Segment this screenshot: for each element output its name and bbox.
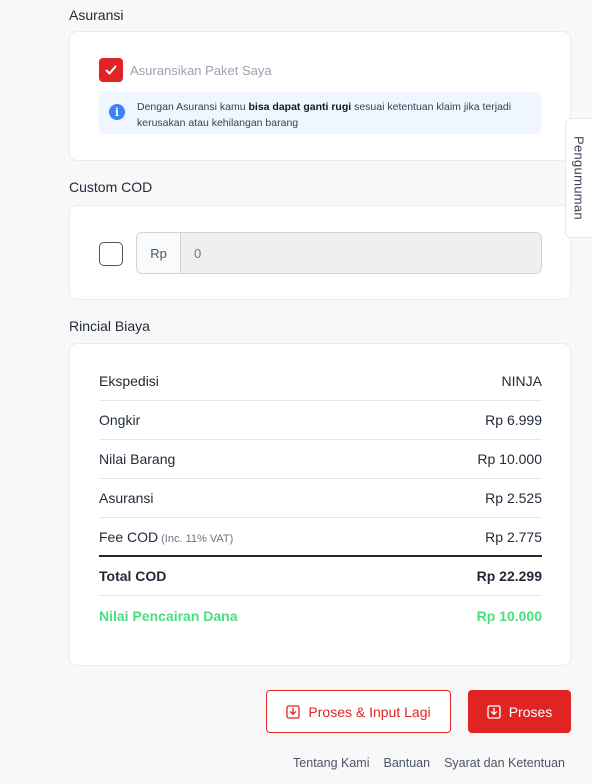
proses-input-lagi-label: Proses & Input Lagi xyxy=(308,703,431,720)
info-icon: i xyxy=(109,104,125,120)
proses-button[interactable]: Proses xyxy=(468,690,571,733)
proses-label: Proses xyxy=(508,703,553,720)
total-value: Rp 22.299 xyxy=(476,568,542,584)
footer-link-syarat[interactable]: Syarat dan Ketentuan xyxy=(444,756,565,770)
asuransi-card: Asuransikan Paket Saya i Dengan Asuransi… xyxy=(69,31,571,161)
cost-label: Asuransi xyxy=(99,490,154,506)
currency-prefix: Rp xyxy=(137,233,181,273)
cost-value: NINJA xyxy=(501,373,542,389)
cost-label: Fee COD xyxy=(99,528,159,545)
cost-label: Ongkir xyxy=(99,412,141,428)
insurance-checkbox[interactable] xyxy=(99,58,123,82)
footer-link-tentang[interactable]: Tentang Kami xyxy=(293,756,369,770)
check-icon xyxy=(105,65,117,75)
download-box-icon xyxy=(487,704,501,719)
pengumuman-label: Pengumuman xyxy=(571,136,587,220)
cost-row-asuransi: Asuransi Rp 2.525 xyxy=(99,479,542,518)
custom-cod-input-group: Rp xyxy=(136,232,542,274)
cost-row-total: Total COD Rp 22.299 xyxy=(99,557,542,596)
pencairan-value: Rp 10.000 xyxy=(476,607,542,624)
rincian-card: Ekspedisi NINJA Ongkir Rp 6.999 Nilai Ba… xyxy=(69,343,571,666)
insurance-checkbox-row[interactable]: Asuransikan Paket Saya xyxy=(99,58,272,82)
info-text-bold: bisa dapat ganti rugi xyxy=(248,101,352,113)
pengumuman-tab[interactable]: Pengumuman xyxy=(565,118,592,238)
proses-input-lagi-button[interactable]: Proses & Input Lagi xyxy=(266,690,451,733)
cost-value: Rp 10.000 xyxy=(477,451,542,467)
cost-row-nilai-barang: Nilai Barang Rp 10.000 xyxy=(99,440,542,479)
custom-cod-card: Rp xyxy=(69,205,571,300)
cost-row-ongkir: Ongkir Rp 6.999 xyxy=(99,401,542,440)
cost-label: Nilai Barang xyxy=(99,451,176,467)
custom-cod-amount-input[interactable] xyxy=(181,233,541,273)
cost-value: Rp 2.775 xyxy=(485,528,542,545)
asuransi-title: Asuransi xyxy=(69,7,124,23)
insurance-checkbox-label: Asuransikan Paket Saya xyxy=(130,62,272,78)
cost-row-ekspedisi: Ekspedisi NINJA xyxy=(99,362,542,401)
vat-note: (Inc. 11% VAT) xyxy=(161,532,234,545)
cost-label: Ekspedisi xyxy=(99,373,159,389)
pencairan-label: Nilai Pencairan Dana xyxy=(99,607,238,624)
custom-cod-checkbox[interactable] xyxy=(99,242,123,266)
cost-row-pencairan: Nilai Pencairan Dana Rp 10.000 xyxy=(99,596,542,635)
custom-cod-title: Custom COD xyxy=(69,179,153,195)
download-box-icon xyxy=(286,704,301,719)
insurance-info-box: i Dengan Asuransi kamu bisa dapat ganti … xyxy=(99,92,541,134)
cost-value: Rp 2.525 xyxy=(485,490,542,506)
total-label: Total COD xyxy=(99,568,167,584)
footer-links: Tentang Kami Bantuan Syarat dan Ketentua… xyxy=(293,756,565,770)
footer-link-bantuan[interactable]: Bantuan xyxy=(383,756,430,770)
cost-label-wrap: Fee COD (Inc. 11% VAT) xyxy=(99,529,233,545)
info-text-pre: Dengan Asuransi kamu xyxy=(137,101,249,113)
cost-breakdown-list: Ekspedisi NINJA Ongkir Rp 6.999 Nilai Ba… xyxy=(99,362,542,635)
insurance-info-text: Dengan Asuransi kamu bisa dapat ganti ru… xyxy=(137,99,531,131)
cost-row-fee-cod: Fee COD (Inc. 11% VAT) Rp 2.775 xyxy=(99,518,542,557)
cost-value: Rp 6.999 xyxy=(485,412,542,428)
rincian-title: Rincial Biaya xyxy=(69,318,150,334)
